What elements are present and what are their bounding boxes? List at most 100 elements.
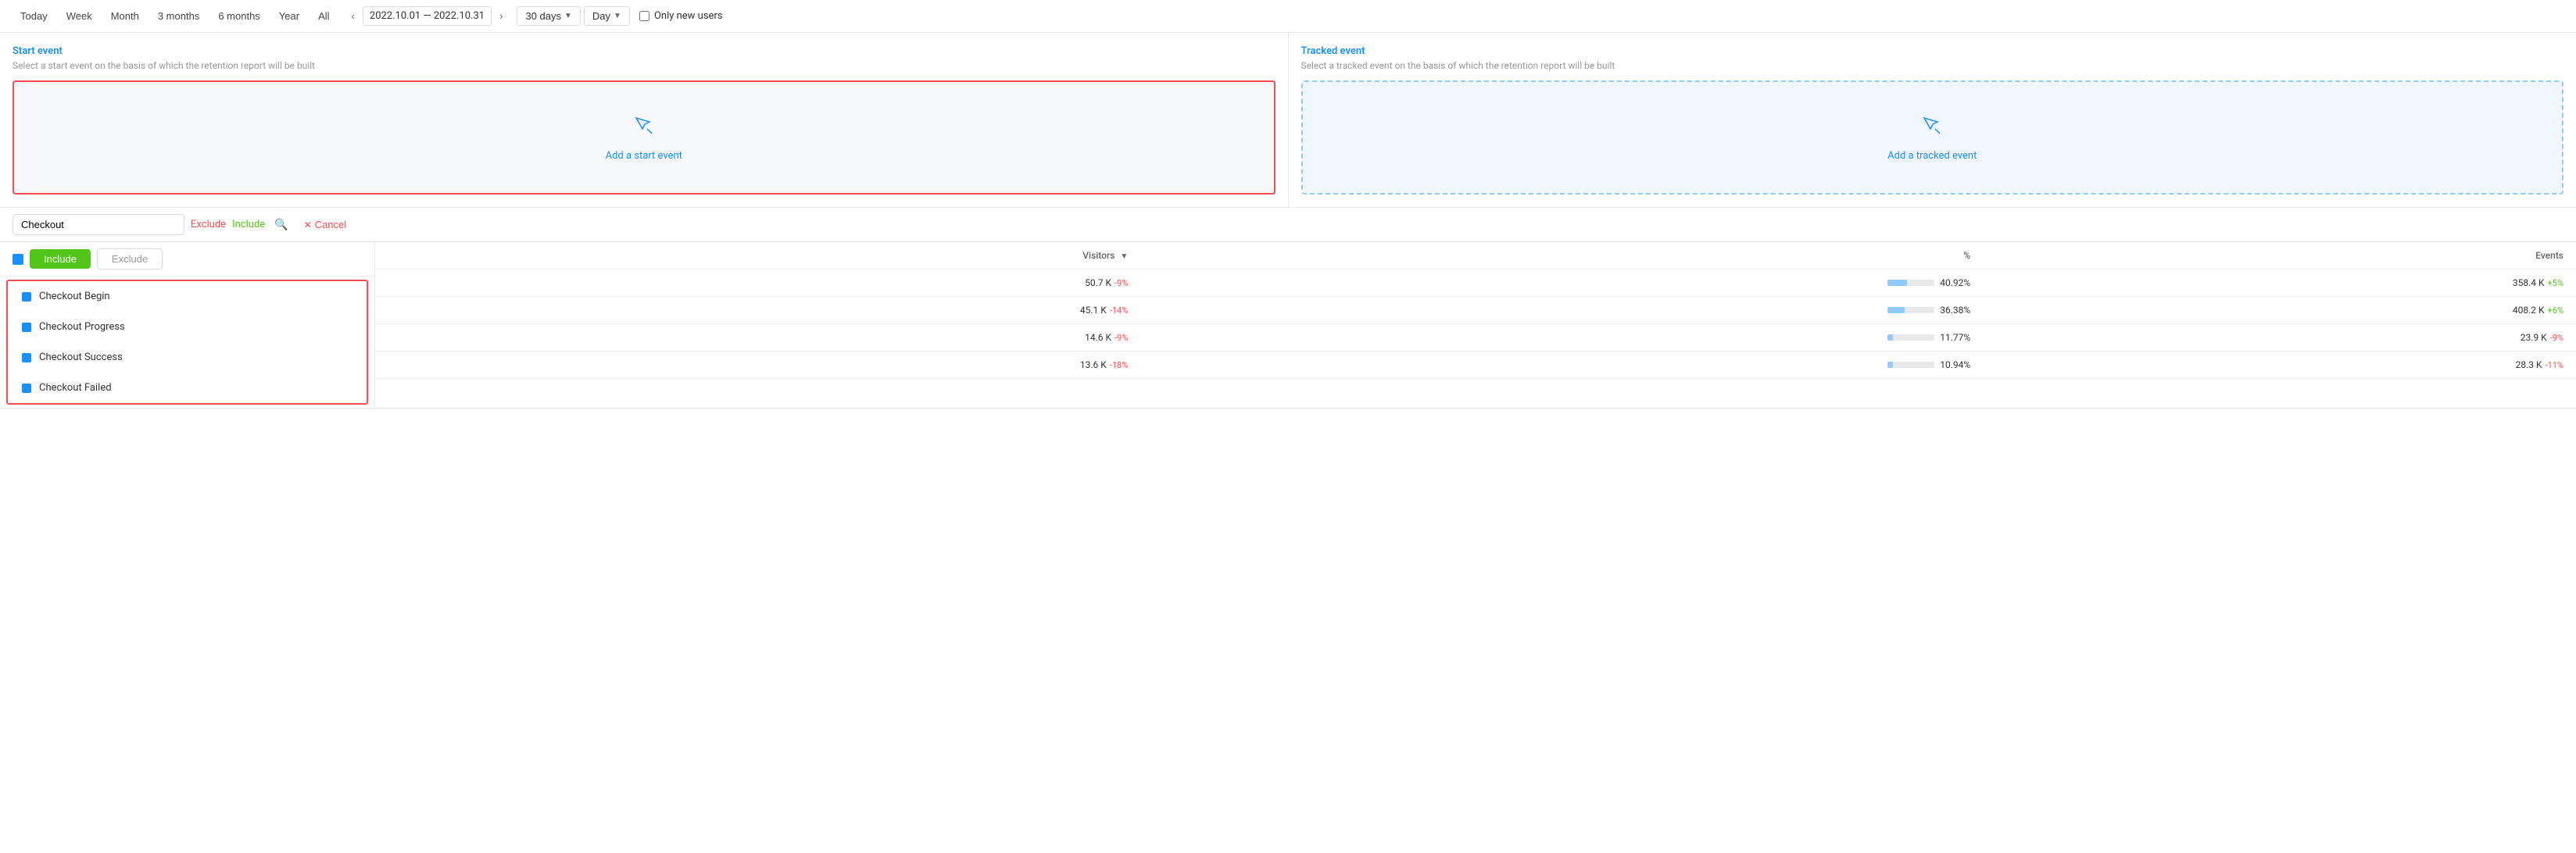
pct-bar-container (1887, 307, 1934, 313)
table-cell-pct: 40.92% (1140, 269, 1983, 297)
table-row: 45.1 K-14% 36.38% 408.2 K+6% (375, 297, 2576, 324)
add-tracked-event-label: Add a tracked event (1887, 150, 1977, 162)
pct-bar-container (1887, 334, 1934, 341)
btn-week[interactable]: Week (59, 7, 100, 25)
sort-arrow-visitors: ▼ (1120, 252, 1128, 261)
date-start: 2022.10.01 (370, 10, 420, 22)
event-name-checkout-begin: Checkout Begin (39, 291, 110, 302)
event-list-left: Include Exclude Checkout Begin Checkout … (0, 242, 375, 408)
table-cell-visitors: 50.7 K-9% (571, 269, 1140, 297)
event-dot-checkout-success (22, 353, 31, 362)
event-dot-checkout-failed (22, 384, 31, 393)
event-item-checkout-progress[interactable]: Checkout Progress (8, 312, 367, 342)
events-delta: +6% (2548, 305, 2563, 316)
visitors-value: 45.1 K (1080, 305, 1107, 316)
event-list-right: Visitors ▼ % Events 50.7 K-9% 40.92% 358… (375, 242, 2576, 408)
btn-today[interactable]: Today (13, 7, 55, 25)
event-name-checkout-failed: Checkout Failed (39, 382, 112, 394)
events-value: 408.2 K (2513, 305, 2545, 316)
period-label: 30 days (525, 10, 561, 22)
table-row-empty (375, 269, 571, 297)
table-cell-events: 23.9 K-9% (1983, 324, 2576, 352)
btn-3months[interactable]: 3 months (150, 7, 207, 25)
select-all-checkbox[interactable] (13, 254, 23, 265)
btn-month[interactable]: Month (103, 7, 147, 25)
tracked-event-panel: Tracked event Select a tracked event on … (1289, 33, 2576, 207)
col-visitors-label: Visitors (1082, 250, 1114, 261)
pct-value: 40.92% (1939, 277, 1970, 288)
table-cell-pct: 10.94% (1140, 352, 1983, 379)
table-row-empty (375, 297, 571, 324)
visitors-value: 50.7 K (1085, 277, 1111, 288)
add-start-event-box[interactable]: Add a start event (13, 80, 1275, 195)
pct-value: 10.94% (1939, 359, 1970, 370)
event-dot-checkout-progress (22, 323, 31, 332)
exclude-link[interactable]: Exclude (191, 219, 226, 230)
date-nav: ‹ 2022.10.01 — 2022.10.31 › (347, 6, 508, 26)
pct-bar-container (1887, 280, 1934, 286)
tracked-event-title: Tracked event (1301, 45, 2564, 57)
granularity-label: Day (592, 10, 610, 22)
events-value: 23.9 K (2521, 332, 2547, 343)
event-panels: Start event Select a start event on the … (0, 33, 2576, 208)
event-name-checkout-success: Checkout Success (39, 352, 123, 363)
pct-bar-container (1887, 362, 1934, 368)
date-next-btn[interactable]: › (495, 9, 507, 23)
include-link[interactable]: Include (232, 219, 265, 230)
visitors-delta: -9% (1114, 333, 1128, 343)
btn-year[interactable]: Year (271, 7, 307, 25)
pct-bar-fill (1887, 334, 1893, 341)
search-icon-btn[interactable]: 🔍 (271, 215, 291, 234)
col-pct: % (1140, 242, 1983, 269)
table-cell-visitors: 45.1 K-14% (571, 297, 1140, 324)
search-bar: Exclude Include 🔍 ✕ Cancel (0, 208, 2576, 242)
granularity-dropdown[interactable]: Day ▼ (584, 6, 630, 26)
event-item-checkout-begin[interactable]: Checkout Begin (8, 281, 367, 312)
top-bar: Today Week Month 3 months 6 months Year … (0, 0, 2576, 33)
visitors-delta: -14% (1110, 305, 1128, 316)
toggle-exclude-btn[interactable]: Exclude (97, 248, 163, 269)
add-tracked-event-box[interactable]: Add a tracked event (1301, 80, 2564, 195)
add-start-event-icon (631, 113, 657, 144)
visitors-delta: -9% (1114, 278, 1128, 288)
start-event-panel: Start event Select a start event on the … (0, 33, 1289, 207)
cancel-button[interactable]: ✕ Cancel (298, 216, 353, 234)
table-cell-events: 408.2 K+6% (1983, 297, 2576, 324)
table-row: 50.7 K-9% 40.92% 358.4 K+5% (375, 269, 2576, 297)
toggle-bar: Include Exclude (0, 242, 374, 277)
start-event-title: Start event (13, 45, 1275, 57)
table-cell-visitors: 13.6 K-18% (571, 352, 1140, 379)
search-input[interactable] (13, 214, 184, 235)
table-cell-visitors: 14.6 K-9% (571, 324, 1140, 352)
events-value: 358.4 K (2513, 277, 2545, 288)
pct-bar-fill (1887, 362, 1893, 368)
events-delta: -11% (2546, 360, 2563, 370)
visitors-value: 13.6 K (1080, 359, 1107, 370)
table-row-empty (375, 352, 571, 379)
start-event-subtitle: Select a start event on the basis of whi… (13, 60, 1275, 71)
pct-value: 36.38% (1939, 305, 1970, 316)
cancel-x-icon: ✕ (304, 219, 312, 230)
cancel-label: Cancel (315, 219, 346, 230)
table-cell-pct: 36.38% (1140, 297, 1983, 324)
only-new-users-checkbox[interactable] (639, 11, 649, 21)
btn-6months[interactable]: 6 months (210, 7, 267, 25)
col-visitors[interactable]: Visitors ▼ (571, 242, 1140, 269)
period-dropdown[interactable]: 30 days ▼ (517, 6, 580, 26)
event-name-checkout-progress: Checkout Progress (39, 321, 125, 333)
event-list-section: Include Exclude Checkout Begin Checkout … (0, 242, 2576, 409)
col-pct-label: % (1963, 250, 1970, 261)
event-selection-box: Checkout Begin Checkout Progress Checkou… (6, 280, 368, 405)
date-prev-btn[interactable]: ‹ (347, 9, 360, 23)
events-delta: +5% (2548, 278, 2563, 288)
add-tracked-event-icon (1919, 113, 1945, 144)
event-item-checkout-failed[interactable]: Checkout Failed (8, 373, 367, 403)
toggle-include-btn[interactable]: Include (30, 249, 91, 269)
table-row: 13.6 K-18% 10.94% 28.3 K-11% (375, 352, 2576, 379)
period-dropdown-arrow: ▼ (564, 12, 572, 20)
only-new-users-label[interactable]: Only new users (639, 10, 723, 22)
event-item-checkout-success[interactable]: Checkout Success (8, 342, 367, 373)
btn-all[interactable]: All (310, 7, 337, 25)
col-events-label: Events (2535, 250, 2563, 261)
date-range-display: 2022.10.01 — 2022.10.31 (363, 6, 492, 26)
